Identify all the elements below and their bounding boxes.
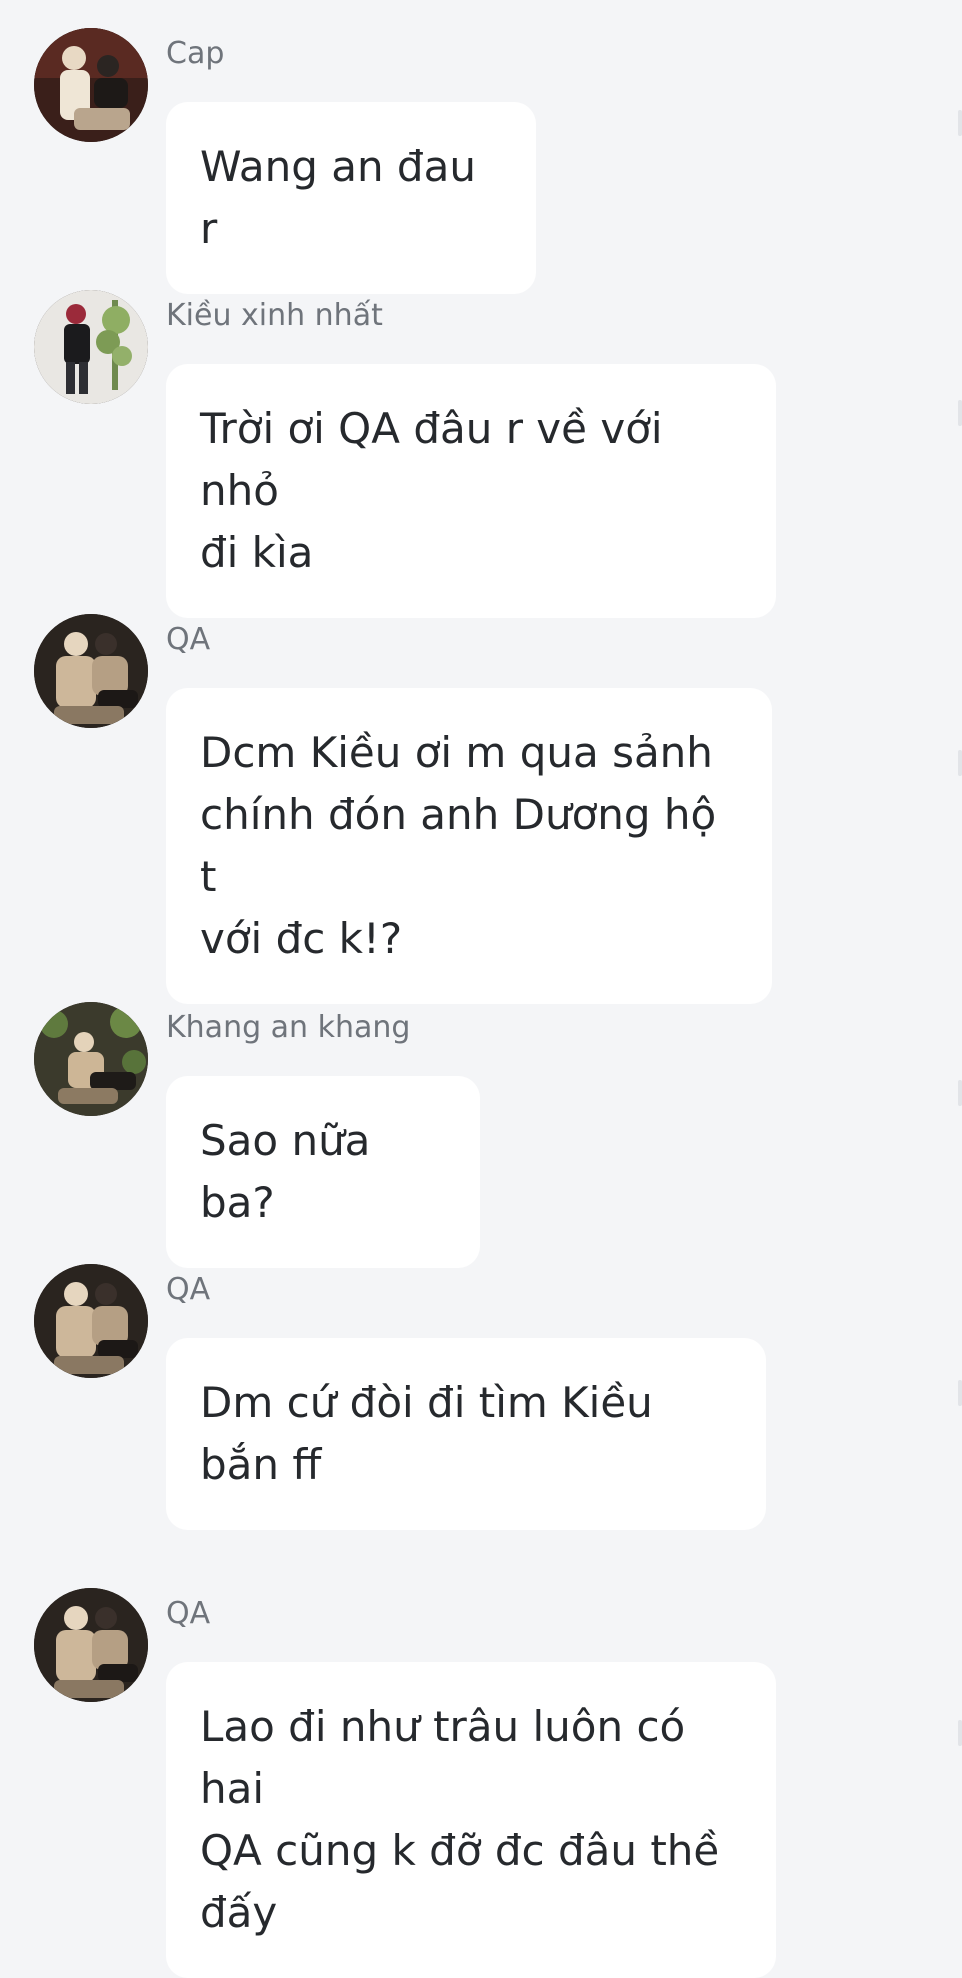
- sender-name: Khang an khang: [166, 1010, 411, 1045]
- avatar-photo-icon: [34, 1002, 148, 1116]
- edge-divider: [958, 1380, 962, 1406]
- message-bubble[interactable]: Trời ơi QA đâu r về với nhỏ đi kìa: [166, 364, 776, 618]
- edge-divider: [958, 1720, 962, 1746]
- sender-name: QA: [166, 1272, 211, 1307]
- sender-name: QA: [166, 622, 211, 657]
- message-bubble[interactable]: Dm cứ đòi đi tìm Kiều bắn ff: [166, 1338, 766, 1530]
- edge-divider: [958, 1080, 962, 1106]
- message-bubble[interactable]: Lao đi như trâu luôn có hai QA cũng k đỡ…: [166, 1662, 776, 1978]
- avatar-photo-icon: [34, 28, 148, 142]
- message-bubble[interactable]: Wang an đau r: [166, 102, 536, 294]
- avatar-photo-icon: [34, 290, 148, 404]
- avatar[interactable]: [34, 614, 148, 728]
- sender-name: QA: [166, 1596, 211, 1631]
- avatar[interactable]: [34, 1588, 148, 1702]
- avatar-photo-icon: [34, 1264, 148, 1378]
- avatar-photo-icon: [34, 614, 148, 728]
- edge-divider: [958, 750, 962, 776]
- avatar[interactable]: [34, 1002, 148, 1116]
- avatar[interactable]: [34, 1264, 148, 1378]
- sender-name: Cap: [166, 36, 225, 71]
- sender-name: Kiều xinh nhất: [166, 298, 383, 333]
- avatar-photo-icon: [34, 1588, 148, 1702]
- avatar[interactable]: [34, 290, 148, 404]
- message-bubble[interactable]: Sao nữa ba?: [166, 1076, 480, 1268]
- chat-message-list: Cap Wang an đau r Kiều xinh nhất Trời ơi…: [0, 0, 962, 1978]
- avatar[interactable]: [34, 28, 148, 142]
- edge-divider: [958, 400, 962, 426]
- edge-divider: [958, 110, 962, 136]
- message-bubble[interactable]: Dcm Kiều ơi m qua sảnh chính đón anh Dươ…: [166, 688, 772, 1004]
